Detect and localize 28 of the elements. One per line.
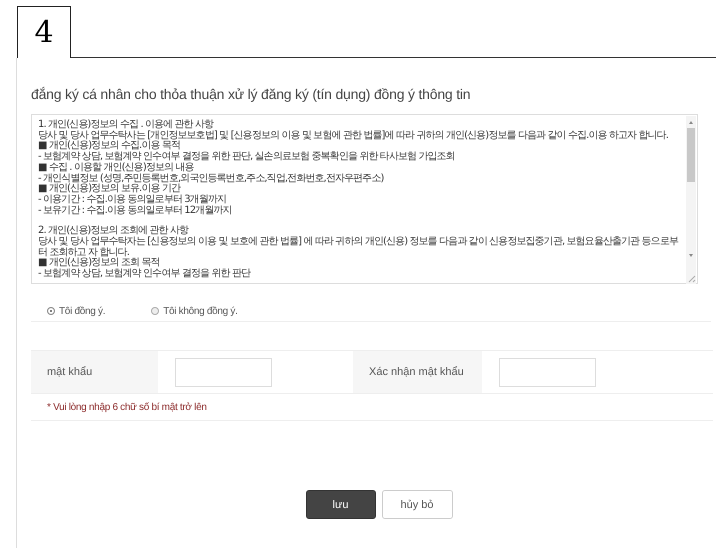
terms-line: ■ 개인(신용)정보의 조회 목적 bbox=[38, 258, 160, 268]
terms-line: - 보험계약 상담, 보험계약 인수여부 결정을 위한 판단, 실손의료보험 중복확인을 위한 타사보험 가입조회 bbox=[38, 152, 456, 162]
password-field[interactable] bbox=[175, 358, 272, 386]
radio-button[interactable] bbox=[151, 307, 160, 315]
cancel-button[interactable]: hủy bỏ bbox=[382, 490, 452, 519]
terms-line: 당사 및 당사 업무수탁사는 [개인정보보호법] 및 [신용정보의 이용 및 보험에 관한 법률]에 따라 귀하의 개인(신용)정보를 다음과 같이 수집.이용 하고자 합니다. bbox=[38, 130, 670, 141]
terms-textarea[interactable] bbox=[31, 114, 698, 284]
password-field[interactable] bbox=[499, 358, 596, 386]
terms-line: - 보유기간 : 수집.이용 동의일로부터 12개월까지 bbox=[38, 206, 233, 216]
radio-label[interactable]: Tôi đồng ý. bbox=[59, 306, 106, 316]
terms-line: 2. 개인(신용)정보의 조회에 관한 사항 bbox=[38, 226, 189, 236]
terms-line: ■ 개인(신용)정보의 보유.이용 기간 bbox=[38, 184, 182, 194]
scrollbar-drawing[interactable] bbox=[686, 116, 696, 284]
radio-label[interactable]: Tôi không đồng ý. bbox=[163, 306, 238, 316]
terms-line: ■ 개인(신용)정보의 수집.이용 목적 bbox=[38, 141, 181, 152]
page-title: đắng ký cá nhân cho thỏa thuận xử lý đăng ký (tín dụng) đồng ý thông tin bbox=[31, 86, 472, 102]
save-button[interactable]: lưu bbox=[306, 490, 376, 519]
terms-line: - 개인식별정보 (성명,주민등록번호,외국인등록번호,주소,직업,전화번호,전자우편주소) bbox=[38, 174, 384, 184]
terms-line: - 보험계약 상담, 보험계약 인수여부 결정을 위한 판단 bbox=[38, 269, 252, 280]
terms-line: ■ 수집 . 이용할 개인(신용)정보의 내용 bbox=[38, 162, 195, 173]
step-number: 4 bbox=[17, 6, 71, 58]
terms-line: 당사 및 당사 업무수탁자는 [신용정보의 이용 및 보호에 관한 법률] 에 따라 귀하의 개인(신용) 정보를 다음과 같이 신용정보집중기관, 보험요율산출기관 등으로부터 조회하고 자 합니다. bbox=[38, 237, 680, 258]
field-label: mật khẩu bbox=[31, 351, 158, 393]
terms-line: 1. 개인(신용)정보의 수집 . 이용에 관한 사항 bbox=[38, 120, 215, 130]
terms-line: - 이용기간 : 수집.이용 동의일로부터 3개월까지 bbox=[38, 194, 228, 206]
password-hint: * Vui lòng nhập 6 chữ số bí mật trở lên bbox=[31, 394, 713, 421]
radio-button[interactable] bbox=[47, 307, 55, 315]
field-label: Xác nhận mật khẩu bbox=[353, 351, 482, 393]
